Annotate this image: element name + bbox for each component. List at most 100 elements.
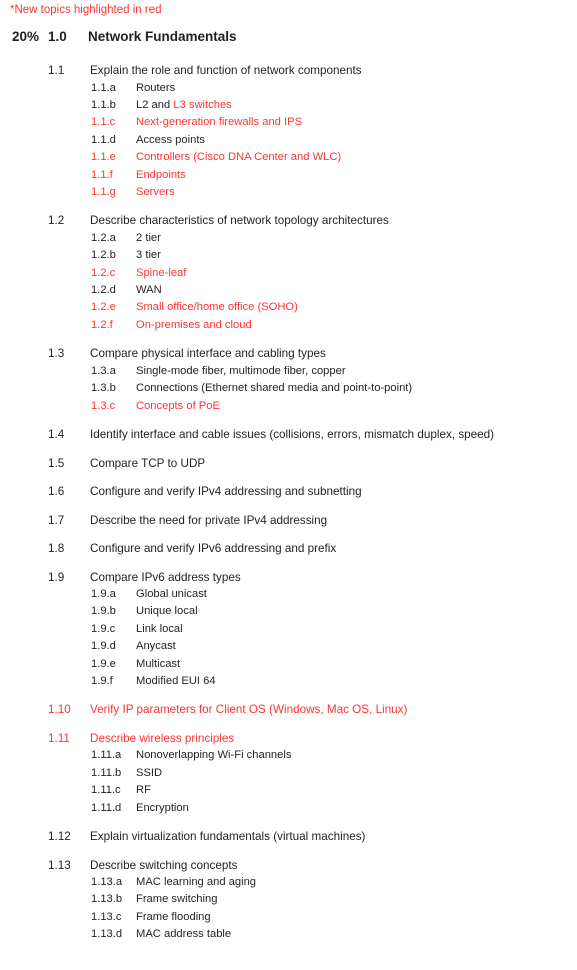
sub-topic-text: Global unicast — [136, 588, 207, 600]
sub-topic-row: 1.9.f Modified EUI 64 — [0, 673, 577, 690]
sub-topic-text-new: L3 switches — [173, 98, 232, 111]
topic-text: Configure and verify IPv6 addressing and… — [90, 542, 337, 555]
topic-block: 1.12 Explain virtualization fundamentals … — [0, 828, 577, 846]
topic-number: 1.8 — [48, 542, 65, 555]
topic-number: 1.7 — [48, 513, 65, 527]
topic-number: 1.4 — [48, 428, 65, 441]
domain-number: 1.0 — [48, 29, 67, 44]
sub-topic-text: Small office/home office (SOHO) — [136, 301, 298, 314]
sub-topic-row: 1.9.d Anycast — [0, 638, 577, 655]
topic-number: 1.1 — [48, 64, 65, 77]
sub-topic-row: 1.2.b 3 tier — [0, 247, 577, 264]
topic-row: 1.12 Explain virtualization fundamentals … — [0, 828, 577, 846]
topic-block: 1.5 Compare TCP to UDP — [0, 455, 577, 473]
sub-topic-row: 1.1.f Endpoints — [0, 167, 577, 184]
topic-block: 1.1 Explain the role and function of netw… — [0, 62, 577, 201]
sub-topic-number: 1.1.g — [91, 185, 116, 198]
sub-topic-text: Single-mode fiber, multimode fiber, copp… — [136, 364, 346, 377]
sub-topic-text: Servers — [136, 185, 175, 198]
sub-topic-number: 1.1.e — [91, 151, 116, 164]
sub-topic-text: Unique local — [136, 605, 198, 618]
sub-topic-row: 1.3.c Concepts of PoE — [0, 398, 577, 415]
sub-topic-text: 3 tier — [136, 249, 161, 262]
sub-topic-text-plain: L2 and — [136, 98, 174, 111]
sub-topic-text: Anycast — [136, 640, 176, 653]
topic-row: 1.7 Describe the need for private IPv4 ad… — [0, 512, 577, 530]
sub-topic-row: 1.11.b SSID — [0, 765, 577, 782]
sub-topic-row: 1.9.a Global unicast — [0, 586, 577, 603]
topic-number: 1.9 — [48, 570, 65, 584]
sub-topic-row: 1.3.b Connections (Ethernet shared media … — [0, 380, 577, 397]
topic-block: 1.3 Compare physical interface and cablin… — [0, 345, 577, 415]
sub-topic-row: 1.1.c Next-generation firewalls and IPS — [0, 114, 577, 131]
sub-topic-number: 1.2.c — [91, 266, 116, 279]
sub-topic-text: Concepts of PoE — [136, 399, 220, 412]
sub-topic-row: 1.1.b L2 and L3 switches — [0, 97, 577, 114]
new-topics-legend-note: *New topics highlighted in red — [10, 4, 162, 16]
sub-topic-row: 1.3.a Single-mode fiber, multimode fiber,… — [0, 363, 577, 380]
sub-topic-number: 1.9.c — [91, 622, 116, 635]
sub-topic-number: 1.2.a — [91, 231, 116, 244]
topic-text: Explain virtualization fundamentals (vir… — [90, 830, 366, 844]
sub-topic-text: 2 tier — [136, 231, 161, 244]
sub-topic-row: 1.1.e Controllers (Cisco DNA Center and W… — [0, 149, 577, 166]
sub-topic-text: Next-generation firewalls and IPS — [136, 116, 303, 129]
topic-row: 1.9 Compare IPv6 address types — [0, 569, 577, 587]
exam-topic-outline: 20% 1.0 Network Fundamentals 1.1 Explain … — [0, 29, 577, 944]
sub-topic-row: 1.11.a Nonoverlapping Wi-Fi channels — [0, 747, 577, 764]
topic-block: 1.9 Compare IPv6 address types 1.9.a Global… — [0, 569, 577, 691]
sub-topic-number: 1.9.b — [91, 605, 116, 618]
sub-topic-number: 1.9.a — [91, 588, 116, 600]
sub-topic-row: 1.1.d Access points — [0, 132, 577, 149]
topic-row: 1.1 Explain the role and function of netw… — [0, 62, 577, 80]
sub-topic-text: Endpoints — [136, 168, 186, 181]
sub-topic-number: 1.1.b — [91, 98, 116, 111]
sub-topic-number: 1.11.a — [91, 749, 122, 762]
sub-topic-text: Frame flooding — [136, 910, 211, 923]
topic-text: Explain the role and function of network… — [90, 64, 362, 77]
sub-topic-text: Modified EUI 64 — [136, 675, 216, 688]
topic-text: Compare physical interface and cabling t… — [90, 347, 326, 361]
sub-topic-number: 1.2.e — [91, 301, 116, 314]
sub-topic-row: 1.1.g Servers — [0, 184, 577, 201]
topic-row: 1.10 Verify IP parameters for Client OS (… — [0, 701, 577, 719]
topic-block: 1.7 Describe the need for private IPv4 ad… — [0, 512, 577, 530]
topic-number: 1.3 — [48, 347, 65, 361]
sub-topic-row: 1.11.d Encryption — [0, 800, 577, 817]
topic-number: 1.13 — [48, 858, 71, 872]
topic-block: 1.6 Configure and verify IPv4 addressing … — [0, 483, 577, 501]
topic-text: Configure and verify IPv4 addressing and… — [90, 485, 362, 498]
topic-text: Compare TCP to UDP — [90, 456, 206, 470]
sub-topic-text: Multicast — [136, 657, 181, 670]
topic-text: Describe characteristics of network topo… — [90, 214, 389, 228]
topic-row: 1.4 Identify interface and cable issues (… — [0, 426, 577, 444]
sub-topic-number: 1.11.c — [91, 784, 121, 797]
domain-title: Network Fundamentals — [88, 29, 237, 44]
domain-weight-percent: 20% — [12, 29, 40, 44]
sub-topic-row: 1.11.c RF — [0, 782, 577, 799]
topic-row: 1.3 Compare physical interface and cablin… — [0, 345, 577, 363]
sub-topic-row: 1.1.a Routers — [0, 80, 577, 97]
topic-row: 1.6 Configure and verify IPv4 addressing … — [0, 483, 577, 501]
sub-topic-text: Frame switching — [136, 893, 218, 906]
domain-header-row: 20% 1.0 Network Fundamentals — [0, 29, 577, 51]
sub-topic-number: 1.13.a — [91, 876, 123, 889]
sub-topic-number: 1.11.d — [91, 801, 122, 814]
topic-row: 1.13 Describe switching concepts — [0, 857, 577, 875]
topic-text: Verify IP parameters for Client OS (Wind… — [90, 703, 408, 717]
sub-topic-text: MAC learning and aging — [136, 876, 257, 889]
topic-block: 1.11 Describe wireless principles 1.11.a No… — [0, 730, 577, 817]
sub-topic-row: 1.2.d WAN — [0, 282, 577, 299]
sub-topic-row: 1.2.a 2 tier — [0, 230, 577, 247]
sub-topic-text: Encryption — [136, 801, 189, 814]
sub-topic-row: 1.2.f On-premises and cloud — [0, 317, 577, 334]
sub-topic-number: 1.11.b — [91, 766, 122, 779]
sub-topic-number: 1.13.d — [91, 928, 123, 941]
topic-number: 1.12 — [48, 830, 71, 844]
sub-topic-number: 1.1.c — [91, 116, 116, 129]
sub-topic-number: 1.9.e — [91, 657, 116, 670]
topic-number: 1.5 — [48, 456, 65, 470]
sub-topic-text: SSID — [136, 766, 163, 779]
sub-topic-text: Connections (Ethernet shared media and p… — [136, 382, 413, 395]
sub-topic-text: Routers — [136, 81, 176, 94]
